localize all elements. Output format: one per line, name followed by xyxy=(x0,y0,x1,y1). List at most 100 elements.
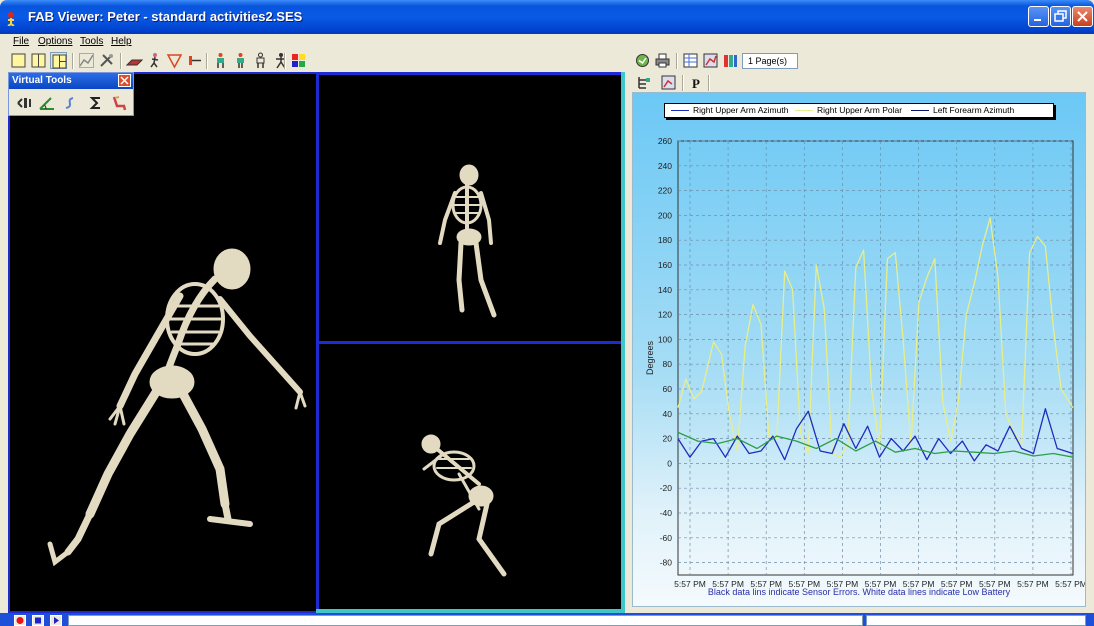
fab-app-icon xyxy=(7,12,15,26)
chart-legend: Right Upper Arm Azimuth Right Upper Arm … xyxy=(664,103,1054,118)
protractor-button[interactable] xyxy=(38,94,56,112)
y-tick-label: 260 xyxy=(658,136,672,146)
y-tick-label: 180 xyxy=(658,235,672,245)
toolbar-separator xyxy=(284,53,286,69)
print-button[interactable] xyxy=(654,52,671,69)
restore-icon xyxy=(1054,10,1067,22)
menu-tools[interactable]: Tools xyxy=(80,36,103,47)
data-grid-button[interactable] xyxy=(682,52,699,69)
two-view-icon xyxy=(31,53,46,68)
menu-options[interactable]: Options xyxy=(38,36,72,47)
two-view-button[interactable] xyxy=(30,52,47,69)
menu-file[interactable]: File xyxy=(13,36,29,47)
tree-icon xyxy=(638,77,650,89)
virtual-tools-title: Virtual Tools xyxy=(12,75,72,86)
chart-settings-icon xyxy=(703,53,718,68)
menu-help[interactable]: Help xyxy=(111,36,132,47)
viewport-bottom-right[interactable] xyxy=(316,341,624,613)
skeleton-figure-large xyxy=(47,248,307,567)
legend-swatch xyxy=(795,109,813,111)
tree-button[interactable] xyxy=(636,74,653,91)
tools-button[interactable] xyxy=(98,52,115,69)
body-back-button[interactable] xyxy=(252,52,269,69)
walk-icon xyxy=(276,53,286,69)
seat-icon xyxy=(112,96,127,111)
viewport-top-right[interactable] xyxy=(316,72,624,344)
minimize-button[interactable] xyxy=(1028,6,1049,27)
graph-edit-button[interactable] xyxy=(660,74,677,91)
page-count-field[interactable]: 1 Page(s) xyxy=(742,53,798,69)
stop-button[interactable] xyxy=(32,615,44,626)
joint-button[interactable] xyxy=(186,52,203,69)
main-toolbar xyxy=(0,50,625,72)
viewport-main[interactable] xyxy=(8,72,318,613)
color-bars-button[interactable] xyxy=(722,52,739,69)
p-button[interactable]: P xyxy=(688,74,705,91)
chart-icon xyxy=(79,53,94,68)
status-field-main xyxy=(68,615,863,626)
play-icon xyxy=(54,617,59,624)
y-tick-label: 0 xyxy=(667,458,672,468)
triangle-icon xyxy=(166,54,183,69)
chart-button[interactable] xyxy=(78,52,95,69)
toolbar-separator xyxy=(676,53,678,69)
body-front-button[interactable] xyxy=(212,52,229,69)
play-button[interactable] xyxy=(50,615,62,626)
color-palette-button[interactable] xyxy=(290,52,307,69)
single-view-button[interactable] xyxy=(10,52,27,69)
legend-swatch xyxy=(911,109,929,111)
y-tick-label: 80 xyxy=(663,359,673,369)
triangle-button[interactable] xyxy=(166,52,183,69)
minimize-icon xyxy=(1034,19,1041,21)
y-tick-label: 160 xyxy=(658,260,672,270)
four-view-icon xyxy=(52,54,67,69)
restore-button[interactable] xyxy=(1050,6,1071,27)
chart-panel[interactable]: 260 240 220 200 180 160 140 120 100 80 60 40 20 0 -20-… xyxy=(632,92,1086,607)
virtual-tools-panel: Virtual Tools xyxy=(8,72,134,116)
toolbar-separator xyxy=(120,53,122,69)
active-viewport-border xyxy=(621,72,625,613)
virtual-tools-close-button[interactable] xyxy=(118,74,131,87)
color-palette-icon xyxy=(292,54,305,67)
seat-button[interactable] xyxy=(110,94,128,112)
data-grid-icon xyxy=(683,53,698,68)
refresh-button[interactable] xyxy=(634,52,651,69)
fab-viewer-window: FAB Viewer: Peter - standard activities2… xyxy=(0,0,1094,626)
sigma-button[interactable] xyxy=(87,94,105,112)
y-tick-label: 200 xyxy=(658,210,672,220)
protractor-icon xyxy=(39,97,54,110)
legend-label: Right Upper Arm Azimuth xyxy=(693,105,789,115)
body-front-icon xyxy=(217,53,224,68)
walk-button[interactable] xyxy=(272,52,289,69)
menu-bar: File Options Tools Help xyxy=(0,34,1094,50)
y-tick-label: 60 xyxy=(663,384,673,394)
toolbar-separator xyxy=(72,53,74,69)
figure-icon xyxy=(150,53,159,68)
angle-gauge-button[interactable] xyxy=(15,94,33,112)
chart-footnote: Black data lins indicate Sensor Errors. … xyxy=(707,587,1011,597)
four-view-button[interactable] xyxy=(50,52,67,69)
figure-button[interactable] xyxy=(146,52,163,69)
chart-settings-button[interactable] xyxy=(702,52,719,69)
body-side-button[interactable] xyxy=(232,52,249,69)
curve-button[interactable] xyxy=(61,94,79,112)
skeleton-figure-small xyxy=(438,164,497,318)
sigma-icon xyxy=(89,97,100,109)
virtual-tools-titlebar[interactable]: Virtual Tools xyxy=(9,73,133,89)
chart-subtoolbar: P xyxy=(628,72,1094,92)
refresh-icon xyxy=(636,54,649,67)
record-button[interactable] xyxy=(14,615,26,626)
record-icon xyxy=(16,617,24,624)
y-tick-label: 220 xyxy=(658,186,672,196)
close-button[interactable] xyxy=(1072,6,1093,27)
toolbar-separator xyxy=(206,53,208,69)
floor-button[interactable] xyxy=(125,52,144,69)
y-tick-label: -80 xyxy=(660,558,673,568)
series-line-0 xyxy=(677,217,1074,458)
body-side-icon xyxy=(237,53,244,68)
status-field-secondary xyxy=(866,615,1086,626)
y-tick-label: -60 xyxy=(660,533,673,543)
stop-icon xyxy=(35,617,41,624)
curve-icon xyxy=(65,97,74,109)
svg-text:P: P xyxy=(692,76,700,91)
